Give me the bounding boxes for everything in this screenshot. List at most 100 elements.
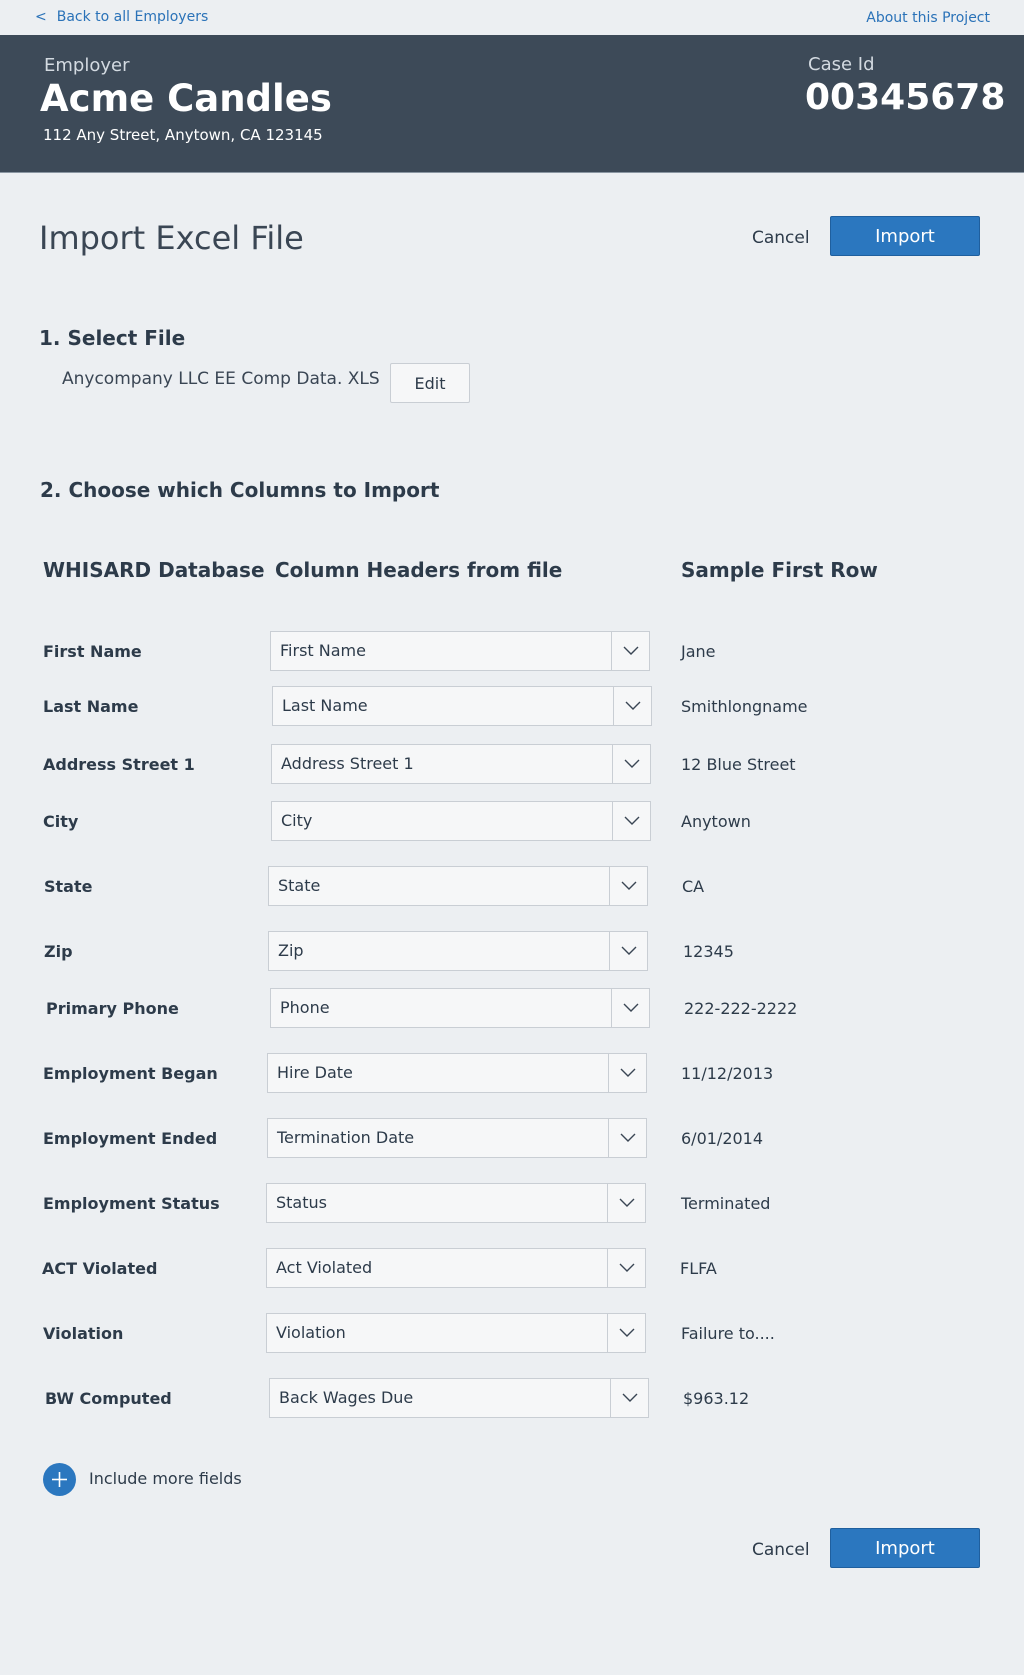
- chevron-down-icon: [619, 1263, 635, 1272]
- select-value: Address Street 1: [281, 754, 414, 773]
- sample-value: Failure to....: [681, 1324, 775, 1343]
- chevron-down-icon: [621, 881, 637, 890]
- col-head-sample: Sample First Row: [681, 558, 878, 582]
- chevron-down-icon[interactable]: [609, 932, 647, 970]
- cancel-button-top[interactable]: Cancel: [752, 228, 810, 248]
- field-label: Employment Status: [43, 1194, 220, 1213]
- back-to-employers-link[interactable]: < Back to all Employers: [35, 9, 208, 25]
- about-project-link[interactable]: About this Project: [866, 10, 990, 26]
- chevron-down-icon[interactable]: [607, 1249, 645, 1287]
- column-header-select[interactable]: Violation: [266, 1313, 646, 1353]
- field-label: ACT Violated: [42, 1259, 158, 1278]
- include-more-fields-button[interactable]: [43, 1463, 76, 1496]
- field-label: City: [43, 812, 79, 831]
- select-value: Termination Date: [277, 1128, 415, 1147]
- field-label: BW Computed: [45, 1389, 172, 1408]
- edit-file-button[interactable]: Edit: [390, 363, 470, 403]
- select-value: Phone: [280, 998, 330, 1017]
- back-link-label: Back to all Employers: [56, 9, 209, 25]
- column-header-select[interactable]: First Name: [270, 631, 650, 671]
- sample-value: FLFA: [680, 1259, 717, 1278]
- sample-value: Terminated: [681, 1194, 771, 1213]
- sample-value: $963.12: [683, 1389, 750, 1408]
- plus-icon: [52, 1472, 67, 1487]
- col-head-database: WHISARD Database: [43, 558, 265, 582]
- column-header-select[interactable]: Hire Date: [267, 1053, 647, 1093]
- column-header-select[interactable]: Phone: [270, 988, 650, 1028]
- sample-value: CA: [682, 877, 705, 896]
- sample-value: 12345: [683, 942, 734, 961]
- select-value: Hire Date: [277, 1063, 353, 1082]
- import-button-bottom[interactable]: Import: [830, 1528, 980, 1568]
- select-file-heading: 1. Select File: [39, 326, 186, 350]
- column-header-select[interactable]: Act Violated: [266, 1248, 646, 1288]
- select-value: Act Violated: [276, 1258, 373, 1277]
- select-value: Zip: [278, 941, 304, 960]
- field-label: Last Name: [43, 697, 139, 716]
- field-label: Employment Began: [43, 1064, 218, 1083]
- sample-value: 11/12/2013: [681, 1064, 774, 1083]
- case-id-label: Case Id: [808, 54, 875, 75]
- chevron-down-icon[interactable]: [610, 1379, 648, 1417]
- chevron-down-icon[interactable]: [612, 745, 650, 783]
- selected-file-name: Anycompany LLC EE Comp Data. XLS: [62, 369, 380, 389]
- employer-name: Acme Candles: [40, 77, 332, 120]
- import-button-top[interactable]: Import: [830, 216, 980, 256]
- field-label: Primary Phone: [46, 999, 179, 1018]
- chevron-down-icon[interactable]: [608, 1119, 646, 1157]
- chevron-left-icon: <: [35, 9, 47, 25]
- chevron-down-icon[interactable]: [608, 1054, 646, 1092]
- field-label: State: [44, 877, 93, 896]
- chevron-down-icon: [619, 1328, 635, 1337]
- chevron-down-icon: [623, 1003, 639, 1012]
- chevron-down-icon[interactable]: [611, 632, 649, 670]
- chevron-down-icon: [624, 759, 640, 768]
- column-header-select[interactable]: Last Name: [272, 686, 652, 726]
- chevron-down-icon: [624, 816, 640, 825]
- sample-value: Smithlongname: [681, 697, 808, 716]
- sample-value: Anytown: [681, 812, 751, 831]
- select-value: Violation: [276, 1323, 346, 1342]
- chevron-down-icon[interactable]: [613, 687, 651, 725]
- field-label: Employment Ended: [43, 1129, 218, 1148]
- select-value: City: [281, 811, 313, 830]
- column-header-select[interactable]: State: [268, 866, 648, 906]
- chevron-down-icon[interactable]: [609, 867, 647, 905]
- chevron-down-icon: [620, 1133, 636, 1142]
- col-head-file: Column Headers from file: [275, 558, 563, 582]
- sample-value: 12 Blue Street: [681, 755, 796, 774]
- column-header-select[interactable]: Address Street 1: [271, 744, 651, 784]
- field-label: First Name: [43, 642, 142, 661]
- employer-banner: Employer Acme Candles 112 Any Street, An…: [0, 35, 1024, 173]
- chevron-down-icon[interactable]: [607, 1184, 645, 1222]
- page-title: Import Excel File: [39, 219, 304, 257]
- select-value: Last Name: [282, 696, 368, 715]
- chevron-down-icon: [625, 701, 641, 710]
- chevron-down-icon: [620, 1068, 636, 1077]
- field-label: Violation: [43, 1324, 124, 1343]
- sample-value: 222-222-2222: [684, 999, 798, 1018]
- column-header-select[interactable]: Termination Date: [267, 1118, 647, 1158]
- top-nav: < Back to all Employers About this Projec…: [0, 0, 1024, 35]
- chevron-down-icon[interactable]: [607, 1314, 645, 1352]
- sample-value: Jane: [681, 642, 716, 661]
- chevron-down-icon: [621, 946, 637, 955]
- column-header-select[interactable]: Back Wages Due: [269, 1378, 649, 1418]
- select-value: First Name: [280, 641, 366, 660]
- chevron-down-icon: [623, 646, 639, 655]
- column-header-select[interactable]: City: [271, 801, 651, 841]
- chevron-down-icon[interactable]: [611, 989, 649, 1027]
- sample-value: 6/01/2014: [681, 1129, 764, 1148]
- field-label: Zip: [44, 942, 73, 961]
- employer-address: 112 Any Street, Anytown, CA 123145: [43, 126, 323, 144]
- select-value: Status: [276, 1193, 327, 1212]
- column-header-select[interactable]: Zip: [268, 931, 648, 971]
- case-id-value: 00345678: [805, 77, 1006, 118]
- column-header-select[interactable]: Status: [266, 1183, 646, 1223]
- chevron-down-icon[interactable]: [612, 802, 650, 840]
- select-value: State: [278, 876, 321, 895]
- include-more-fields-label: Include more fields: [89, 1469, 242, 1488]
- choose-columns-heading: 2. Choose which Columns to Import: [40, 478, 440, 502]
- field-label: Address Street 1: [43, 755, 195, 774]
- cancel-button-bottom[interactable]: Cancel: [752, 1540, 810, 1560]
